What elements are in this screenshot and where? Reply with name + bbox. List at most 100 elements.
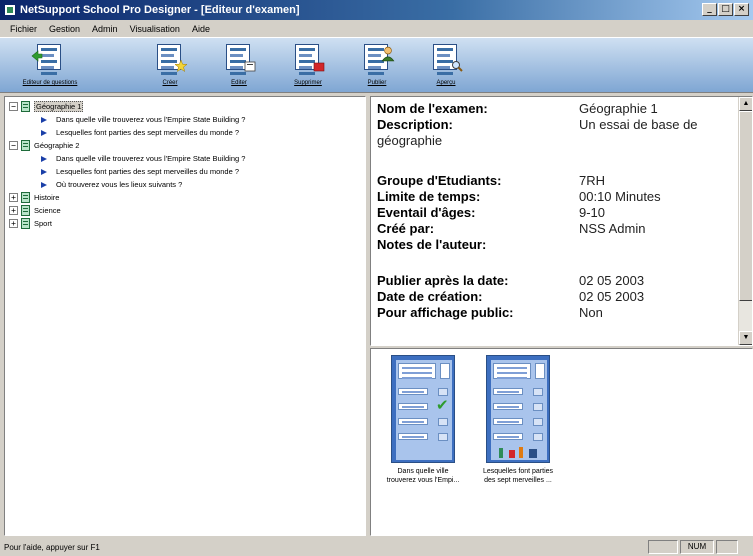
created-date-label: Date de création: — [377, 289, 483, 304]
question-preview-icon — [486, 355, 550, 463]
delete-button[interactable]: Supprimer — [278, 42, 338, 92]
question-label[interactable]: Lesquelles font parties des sept merveil… — [56, 167, 239, 176]
scroll-thumb[interactable] — [739, 111, 752, 301]
title-bar[interactable]: NetSupport School Pro Designer - [Editeu… — [0, 0, 753, 20]
tree-node-question[interactable]: Dans quelle ville trouverez vous l'Empir… — [41, 152, 245, 165]
menu-bar: Fichier Gestion Admin Visualisation Aide — [0, 20, 753, 37]
close-button[interactable]: × — [734, 3, 749, 16]
question-arrow-icon — [41, 129, 47, 136]
minimize-button[interactable]: _ — [702, 3, 717, 16]
thumbnail-caption: Lesquelles font parties des sept merveil… — [482, 468, 554, 484]
tree-node-question[interactable]: Où trouverez vous les lieux suivants ? — [41, 178, 182, 191]
delete-test-icon — [291, 42, 325, 75]
menu-fichier[interactable]: Fichier — [4, 24, 43, 34]
expand-icon[interactable]: + — [9, 193, 18, 202]
restore-button[interactable]: □ — [718, 3, 733, 16]
num-lock-indicator: NUM — [680, 540, 714, 554]
exam-name-label: Nom de l'examen: — [377, 101, 488, 116]
exam-book-icon — [21, 205, 30, 216]
collapse-icon[interactable]: − — [9, 141, 18, 150]
group-label: Groupe d'Etudiants: — [377, 173, 502, 188]
question-arrow-icon — [41, 116, 47, 123]
exam-book-icon — [21, 218, 30, 229]
status-bar: Pour l'aide, appuyer sur F1 NUM — [0, 538, 753, 556]
publish-icon — [360, 42, 395, 75]
publish-button[interactable]: Publier — [347, 42, 407, 92]
author-value: NSS Admin — [579, 221, 646, 236]
time-limit-label: Limite de temps: — [377, 189, 481, 204]
publish-date-value: 02 05 2003 — [579, 273, 645, 288]
status-text: Pour l'aide, appuyer sur F1 — [4, 542, 100, 552]
scroll-down-button[interactable]: ▼ — [739, 331, 752, 345]
expand-icon[interactable]: + — [9, 206, 18, 215]
exam-book-icon — [21, 192, 30, 203]
tree-node-exam[interactable]: + Science — [9, 204, 61, 217]
details-scrollbar[interactable]: ▲ ▼ — [738, 97, 752, 345]
status-panel-empty — [648, 540, 678, 554]
window-controls: _ □ × — [702, 3, 749, 16]
preview-icon — [429, 42, 463, 75]
tree-node-question[interactable]: Lesquelles font parties des sept merveil… — [41, 165, 239, 178]
menu-admin[interactable]: Admin — [86, 24, 124, 34]
tree-node-question[interactable]: Dans quelle ville trouverez vous l'Empir… — [41, 113, 245, 126]
exam-book-icon — [21, 101, 30, 112]
public-label: Pour affichage public: — [377, 305, 514, 320]
tree-node-exam[interactable]: − Géographie 2 — [9, 139, 79, 152]
menu-gestion[interactable]: Gestion — [43, 24, 86, 34]
tree-node-question[interactable]: Lesquelles font parties des sept merveil… — [41, 126, 239, 139]
create-test-icon — [153, 42, 187, 75]
question-label[interactable]: Lesquelles font parties des sept merveil… — [56, 128, 239, 137]
exam-details-pane: Nom de l'examen: Géographie 1 Descriptio… — [370, 96, 753, 346]
age-range-label: Eventail d'âges: — [377, 205, 476, 220]
landmarks-icon — [499, 447, 537, 458]
question-arrow-icon — [41, 181, 47, 188]
app-window: NetSupport School Pro Designer - [Editeu… — [0, 0, 753, 556]
thumbnail-caption: Dans quelle ville trouverez vous l'Empi.… — [386, 468, 460, 484]
tree-node-label[interactable]: Science — [34, 206, 61, 215]
create-button[interactable]: Créer — [140, 42, 200, 92]
check-icon: ✔ — [436, 396, 449, 414]
exam-tree[interactable]: − Géographie 1 Dans quelle ville trouver… — [4, 96, 366, 536]
question-editor-icon — [31, 42, 67, 75]
tree-node-label[interactable]: Géographie 2 — [34, 141, 79, 150]
tree-node-exam[interactable]: − Géographie 1 — [9, 100, 84, 113]
question-preview-icon: ✔ — [391, 355, 455, 463]
tree-node-exam[interactable]: + Histoire — [9, 191, 59, 204]
tree-node-label[interactable]: Sport — [34, 219, 52, 228]
question-arrow-icon — [41, 168, 47, 175]
scroll-up-button[interactable]: ▲ — [739, 97, 752, 111]
tree-node-label[interactable]: Géographie 1 — [34, 101, 84, 112]
question-editor-button[interactable]: Editeur de questions — [20, 42, 80, 92]
exam-name-value: Géographie 1 — [579, 101, 658, 116]
expand-icon[interactable]: + — [9, 219, 18, 228]
tree-node-exam[interactable]: + Sport — [9, 217, 52, 230]
question-thumbnail[interactable]: ✔ Dans quelle ville trouverez vous l'Emp… — [381, 355, 465, 485]
toolbar: Editeur de questions Créer Editer Suppri… — [0, 37, 753, 93]
time-limit-value: 00:10 Minutes — [579, 189, 661, 204]
question-label[interactable]: Où trouverez vous les lieux suivants ? — [56, 180, 182, 189]
author-label: Créé par: — [377, 221, 435, 236]
question-thumbnail[interactable]: Lesquelles font parties des sept merveil… — [476, 355, 560, 485]
window-title: NetSupport School Pro Designer - [Editeu… — [20, 4, 300, 16]
preview-button[interactable]: Aperçu — [416, 42, 476, 92]
collapse-icon[interactable]: − — [9, 102, 18, 111]
app-icon[interactable] — [4, 4, 16, 16]
menu-aide[interactable]: Aide — [186, 24, 216, 34]
exam-book-icon — [21, 140, 30, 151]
tree-node-label[interactable]: Histoire — [34, 193, 59, 202]
description-continuation: géographie — [377, 133, 443, 148]
created-date-value: 02 05 2003 — [579, 289, 645, 304]
status-panel-scroll — [716, 540, 738, 554]
description-value: Un essai de base de — [579, 117, 698, 132]
description-label: Description: — [377, 117, 453, 132]
publish-date-label: Publier après la date: — [377, 273, 509, 288]
public-value: Non — [579, 305, 603, 320]
menu-visualisation[interactable]: Visualisation — [124, 24, 186, 34]
group-value: 7RH — [579, 173, 606, 188]
question-arrow-icon — [41, 155, 47, 162]
author-notes-label: Notes de l'auteur: — [377, 237, 487, 252]
edit-test-icon — [222, 42, 256, 75]
edit-button[interactable]: Editer — [209, 42, 269, 92]
question-label[interactable]: Dans quelle ville trouverez vous l'Empir… — [56, 115, 245, 124]
question-label[interactable]: Dans quelle ville trouverez vous l'Empir… — [56, 154, 245, 163]
